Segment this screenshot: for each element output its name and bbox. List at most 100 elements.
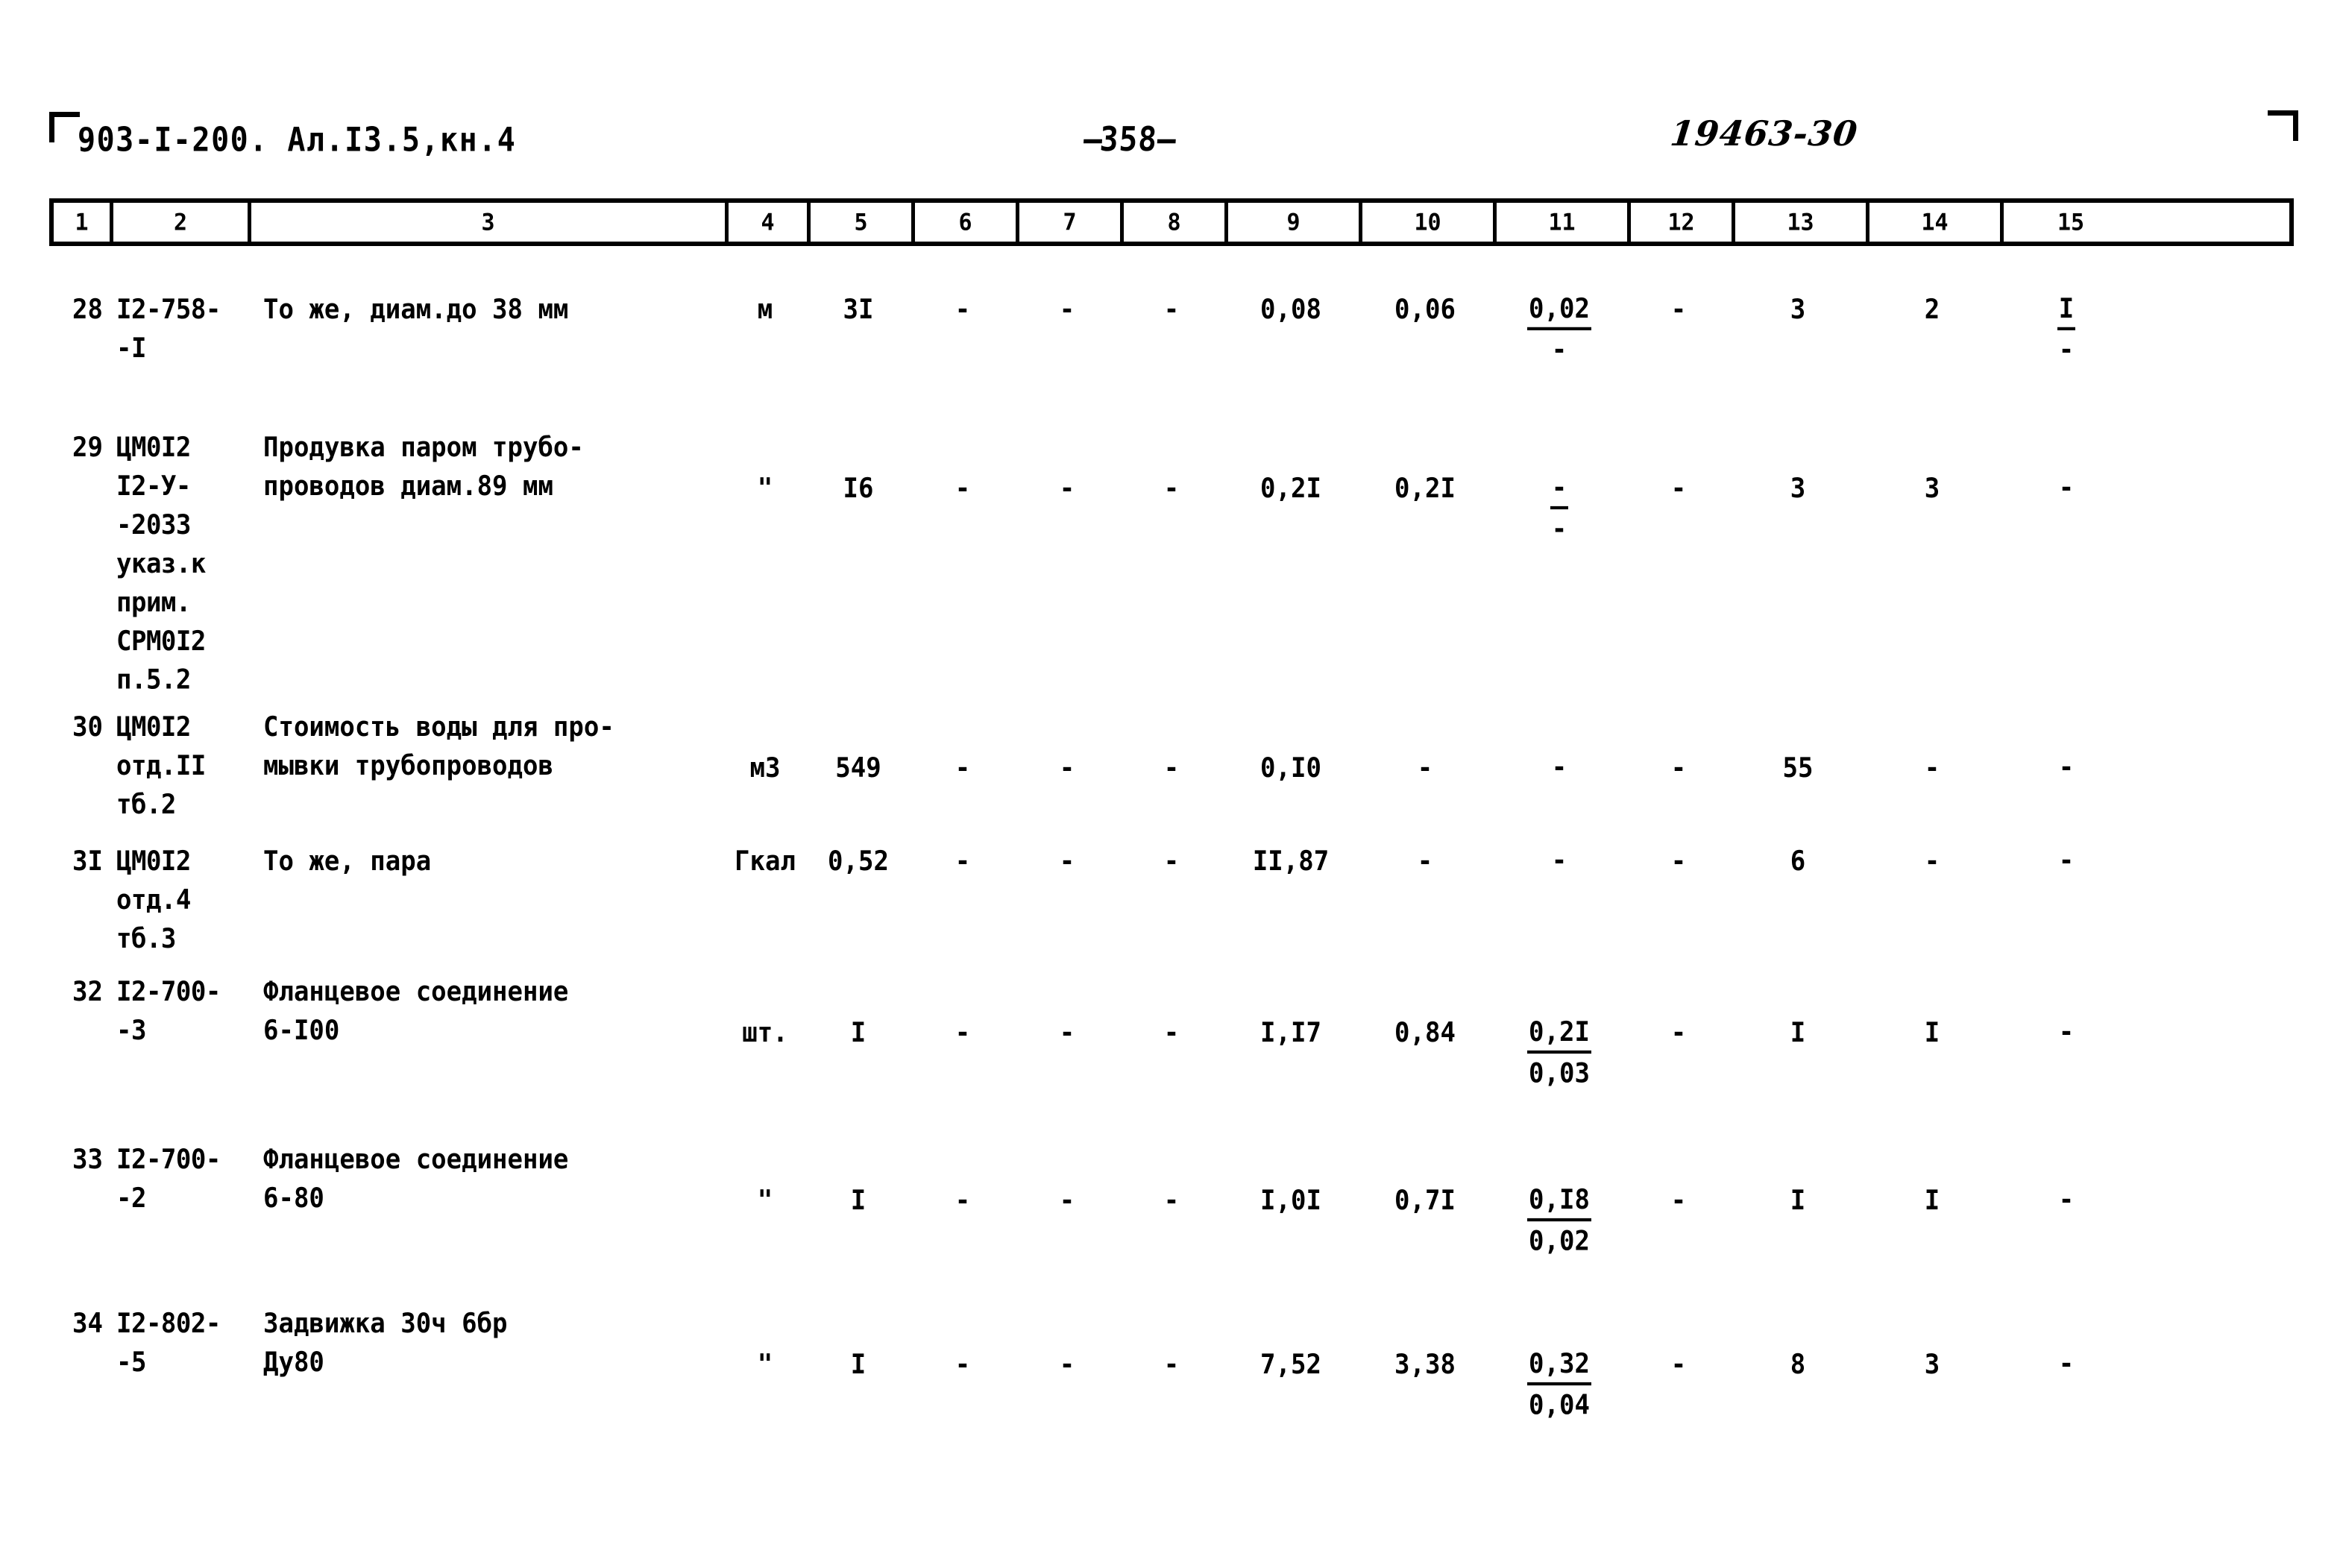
row-description: Продувка паром трубо- проводов диам.89 м… [263, 432, 584, 503]
row-col14: I [1924, 1017, 1940, 1049]
table-row: 30 ЦМ0I2 отд.II тб.2 Стоимость воды для пр… [49, 708, 2133, 820]
row-col14: - [1924, 846, 1940, 878]
row-description: То же, пара [263, 846, 432, 878]
row-col14: I [1924, 1185, 1940, 1217]
row-description: Фланцевое соединение 6-80 [263, 1144, 569, 1215]
row-col10: 0,06 [1394, 294, 1456, 326]
row-unit: шт. [742, 1017, 788, 1049]
row-col6: - [955, 1185, 971, 1217]
row-code: I2-700- -3 [116, 976, 221, 1047]
column-header-14: 14 [1869, 201, 2004, 243]
row-code: I2-700- -2 [116, 1144, 221, 1215]
column-header-10: 10 [1362, 201, 1497, 243]
row-col9: 7,52 [1260, 1349, 1321, 1381]
row-col9: 0,I0 [1260, 752, 1321, 784]
column-header-2: 2 [113, 201, 251, 243]
row-col8: - [1163, 846, 1180, 878]
row-number: 30 [72, 711, 103, 743]
row-unit: " [757, 473, 773, 505]
row-unit: Гкал [735, 846, 796, 878]
row-number: 28 [72, 294, 103, 326]
row-col11-numerator: 0,I8 [1527, 1182, 1591, 1222]
row-col11: 0,02 - [1492, 291, 1626, 368]
row-col11: -- [1492, 429, 1626, 547]
column-header-3: 3 [251, 201, 729, 243]
row-col6: - [955, 1349, 971, 1381]
row-col15-numerator: - [2058, 1016, 2075, 1048]
crop-mark-top-right [2268, 110, 2298, 141]
row-col13: 8 [1790, 1349, 1806, 1381]
row-col10: 0,2I [1394, 473, 1456, 505]
table-row: 3I ЦМ0I2 отд.4 тб.3 То же, пара Гкал 0,52 - - -… [49, 843, 2133, 954]
row-col11-denominator: 0,03 [1529, 1057, 1590, 1089]
row-col7: - [1059, 846, 1075, 878]
row-col7: - [1059, 1185, 1075, 1217]
column-header-7: 7 [1019, 201, 1124, 243]
row-col5: 0,52 [828, 846, 889, 878]
row-col9: I,I7 [1260, 1017, 1321, 1049]
row-col11: - [1492, 708, 1626, 787]
row-col13: 6 [1790, 846, 1806, 878]
column-header-15: 15 [2057, 208, 2085, 236]
row-col7: - [1059, 752, 1075, 784]
row-col13: 3 [1790, 294, 1806, 326]
page-number-value: 358 [1098, 119, 1159, 159]
row-col5: 3I [843, 294, 874, 326]
column-header-5: 5 [811, 201, 915, 243]
table-row: 33 I2-700- -2 Фланцевое соединение 6-80 " I -… [49, 1141, 2133, 1257]
row-number: 29 [72, 432, 103, 464]
row-code: I2-802- -5 [116, 1308, 221, 1379]
row-col9: II,87 [1252, 846, 1330, 878]
column-header-4: 4 [729, 201, 811, 243]
row-col5: I [850, 1349, 867, 1381]
row-col12: - [1670, 752, 1687, 784]
column-header-1: 1 [54, 201, 113, 243]
table-row: 28 I2-758- -I То же, диам.до 38 мм м 3I - - -0,… [49, 291, 2133, 366]
row-col12: - [1670, 473, 1687, 505]
table-row: 29 ЦМ0I2 I2-У- -2033 указ.к прим. СРМ0I2 … [49, 429, 2133, 696]
row-col15: - [1999, 973, 2133, 1052]
row-col15: - [1999, 708, 2133, 787]
row-col13: I [1790, 1185, 1806, 1217]
row-col13: 55 [1782, 752, 1814, 784]
crop-mark-top-left [49, 112, 80, 142]
row-col14: 2 [1924, 294, 1940, 326]
row-unit: " [757, 1349, 773, 1381]
row-col15-denominator: - [2058, 334, 2075, 366]
row-col15: I- [1999, 291, 2133, 368]
document-page: 903-I-200. Ал.I3.5,кн.4 —358— 19463-30 1… [0, 0, 2343, 1568]
row-code: ЦМ0I2 отд.II тб.2 [116, 711, 206, 821]
row-col11-numerator: 0,02 [1527, 291, 1591, 330]
row-col10: - [1417, 752, 1433, 784]
column-header-13: 13 [1735, 201, 1869, 243]
row-col12: - [1670, 294, 1687, 326]
column-header-11: 11 [1497, 201, 1631, 243]
row-col15-numerator: - [2058, 1348, 2075, 1380]
row-col6: - [955, 752, 971, 784]
row-col7: - [1059, 473, 1075, 505]
row-number: 32 [72, 976, 103, 1008]
row-col11: - [1492, 843, 1626, 881]
row-col11-numerator: - [1551, 752, 1567, 784]
row-col8: - [1163, 294, 1180, 326]
row-unit: м [757, 294, 773, 326]
row-col12: - [1670, 1185, 1687, 1217]
row-col11-numerator: 0,2I [1527, 1014, 1591, 1054]
column-header-9: 9 [1228, 201, 1362, 243]
row-col14: 3 [1924, 473, 1940, 505]
table-row: 32 I2-700- -3 Фланцевое соединение 6-I00 шт… [49, 973, 2133, 1089]
row-col14: 3 [1924, 1349, 1940, 1381]
row-number: 33 [72, 1144, 103, 1176]
row-col6: - [955, 1017, 971, 1049]
row-col9: 0,2I [1260, 473, 1321, 505]
row-col15: - [1999, 429, 2133, 508]
row-col5: I6 [843, 473, 874, 505]
row-col11-numerator: - [1550, 470, 1569, 510]
row-col5: I [850, 1017, 867, 1049]
row-code: I2-758- -I [116, 294, 221, 365]
table-column-header-row: 1 2 3 4 5 6 7 8 9 10 11 12 13 14 15 [49, 198, 2294, 246]
row-col10: 0,7I [1394, 1185, 1456, 1217]
row-description: То же, диам.до 38 мм [263, 294, 569, 326]
row-col9: I,0I [1260, 1185, 1321, 1217]
row-col8: - [1163, 752, 1180, 784]
